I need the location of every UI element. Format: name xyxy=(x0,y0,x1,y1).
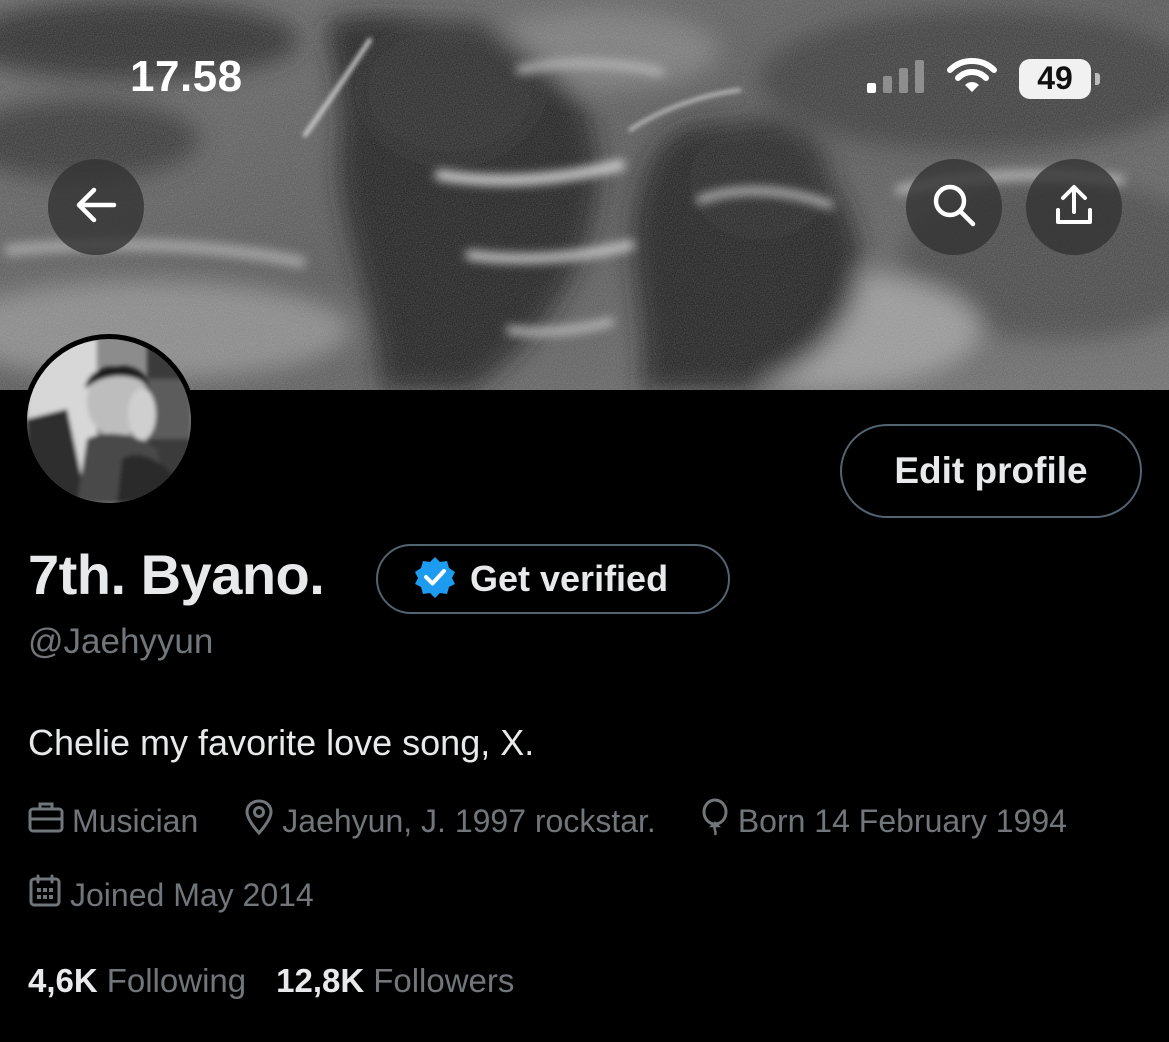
share-upload-icon xyxy=(1054,184,1094,231)
arrow-left-icon xyxy=(74,187,118,228)
back-button[interactable] xyxy=(48,159,144,255)
following-label: Following xyxy=(106,962,247,999)
joined-item: Joined May 2014 xyxy=(28,874,314,916)
follow-stats: 4,6K Following 12,8K Followers xyxy=(28,962,514,1000)
get-verified-label: Get verified xyxy=(470,558,669,599)
location-item: Jaehyun, J. 1997 rockstar. xyxy=(244,799,656,843)
display-name: 7th. Byano. xyxy=(28,543,325,606)
balloon-icon xyxy=(700,798,730,844)
profile-avatar[interactable] xyxy=(22,334,196,508)
following-count: 4,6K xyxy=(28,962,98,999)
cellular-signal-icon xyxy=(867,59,925,98)
wifi-icon xyxy=(947,58,997,99)
profile-bio: Chelie my favorite love song, X. xyxy=(28,722,535,763)
birthday-text: Born 14 February 1994 xyxy=(737,802,1067,839)
battery-indicator: 49 xyxy=(1019,58,1100,99)
profession-item: Musician xyxy=(28,800,198,842)
profile-meta-row: Musician Jaehyun, J. 1997 rockstar. Born… xyxy=(28,798,1067,844)
user-handle: @Jaehyyun xyxy=(28,622,214,661)
status-indicators: 49 xyxy=(867,58,1100,99)
followers-count: 12,8K xyxy=(276,962,365,999)
following-link[interactable]: 4,6K Following xyxy=(28,962,246,1000)
followers-link[interactable]: 12,8K Followers xyxy=(276,962,514,1000)
search-button[interactable] xyxy=(906,159,1002,255)
briefcase-icon xyxy=(28,800,64,842)
location-pin-icon xyxy=(244,799,274,843)
calendar-icon xyxy=(28,874,62,916)
birthday-item: Born 14 February 1994 xyxy=(700,798,1067,844)
search-icon xyxy=(931,182,977,233)
verified-badge-icon xyxy=(414,556,456,603)
profession-text: Musician xyxy=(72,802,199,839)
profile-meta-row-joined: Joined May 2014 xyxy=(28,874,314,916)
followers-label: Followers xyxy=(373,962,515,999)
share-button[interactable] xyxy=(1026,159,1122,255)
edit-profile-button[interactable]: Edit profile xyxy=(840,424,1142,518)
get-verified-button[interactable]: Get verified xyxy=(376,544,730,614)
joined-text: Joined May 2014 xyxy=(70,876,314,913)
status-time: 17.58 xyxy=(130,52,243,101)
location-text: Jaehyun, J. 1997 rockstar. xyxy=(282,802,656,839)
avatar-photo xyxy=(27,339,191,503)
